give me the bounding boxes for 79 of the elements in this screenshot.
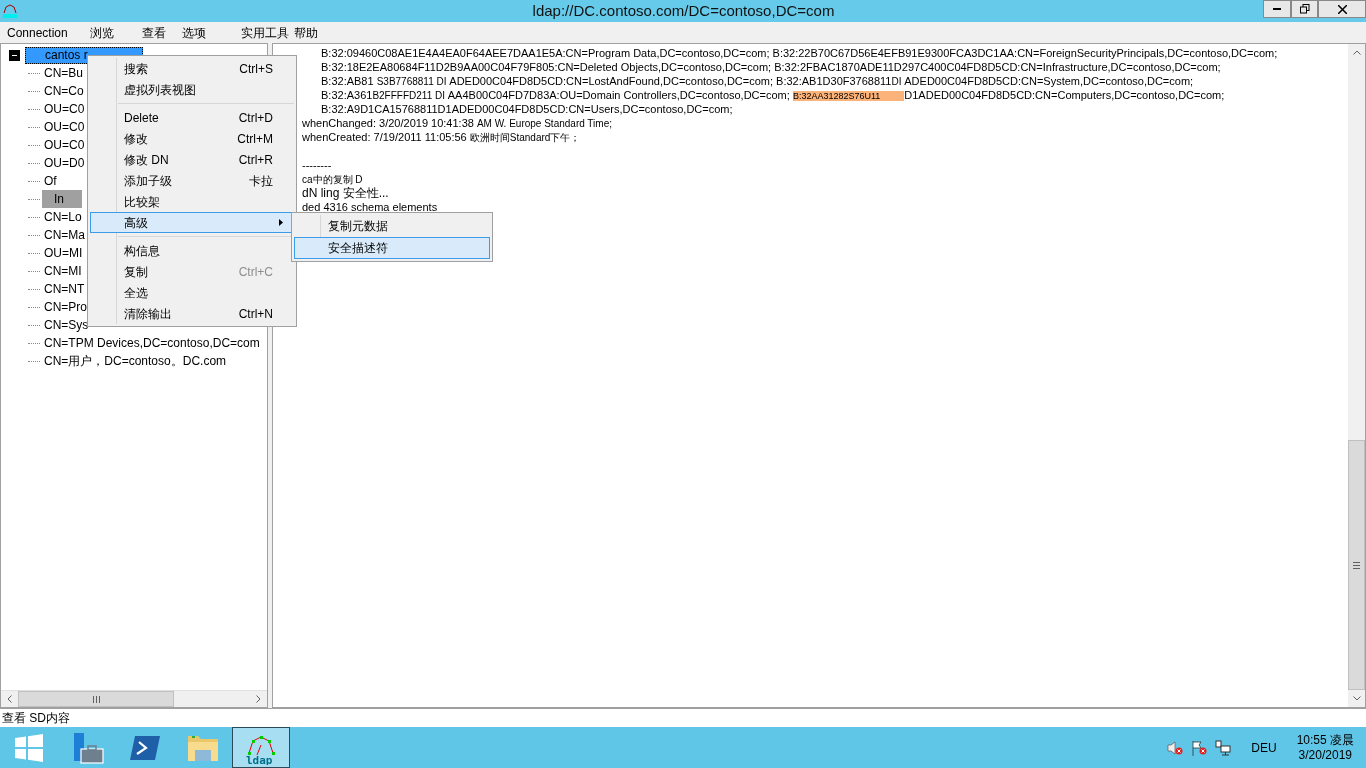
- output-line: --------: [301, 158, 332, 171]
- chevron-up-icon: [1352, 50, 1361, 55]
- tree-node[interactable]: OU=MI: [42, 244, 85, 262]
- status-text: 查看 SD内容: [1, 710, 70, 727]
- menu-item[interactable]: 选项: [180, 23, 240, 42]
- flag-error-icon[interactable]: [1191, 739, 1208, 756]
- tree-node[interactable]: OU=D0: [42, 154, 87, 172]
- scrollbar-thumb[interactable]: [1348, 440, 1365, 690]
- windows-logo-icon: [15, 733, 43, 762]
- tree-node[interactable]: CN=Lo: [42, 208, 84, 226]
- output-line: B:32:09460C08AE1E4A4EA0F64AEE7DAA1E5A:CN=Program Data,DC=contoso,DC=com; B:32:22B70C67D56E4EFB91E9300FCA3DC1AA:CN=ForeignSecurityPrincipals,DC=contoso,DC=com;: [320, 46, 1278, 59]
- menu-item[interactable]: 查看: [140, 23, 181, 42]
- output-line: whenChanged: 3/20/2019 10:41:38 AM W. Europe Standard Time;: [301, 116, 612, 129]
- menu-item[interactable]: 浏览: [88, 23, 141, 42]
- context-menu-item[interactable]: 虚拟列表视图: [90, 79, 294, 100]
- context-menu-item[interactable]: 复制 Ctrl+C: [90, 261, 294, 282]
- output-line: ca中的复制 D: [301, 173, 363, 185]
- network-icon[interactable]: [1215, 739, 1232, 756]
- tree-node[interactable]: CN=MI: [42, 262, 84, 280]
- app-icon: [2, 3, 18, 19]
- shortcut-text: Ctrl+M: [237, 130, 273, 148]
- shortcut-text: Ctrl+D: [238, 109, 273, 127]
- output-line: B:32:18E2EA80684F11D2B9AA00C04F79F805:CN=Deleted Objects,DC=contoso,DC=com; B:32:2FBAC1870ADE11D297C400C04FD8D5CD:CN=Infrastructure,DC=contoso,DC=com;: [320, 60, 1221, 73]
- context-menu-item[interactable]: 比较架: [90, 191, 294, 212]
- restore-icon: [1299, 4, 1310, 14]
- minimize-icon: [1273, 8, 1281, 10]
- window-title: ldap://DC.contoso.com/DC=contoso,DC=com: [531, 0, 836, 21]
- tree-node[interactable]: CN=Pro: [42, 298, 89, 316]
- output-line: B:32:A9D1CA15768811D1ADED00C04FD8D5CD:CN=Users,DC=contoso,DC=com;: [320, 102, 733, 115]
- shortcut-text: Ctrl+C: [238, 263, 273, 281]
- tree-node[interactable]: CN=NT: [42, 280, 87, 298]
- context-menu-item[interactable]: 修改 Ctrl+M: [90, 128, 294, 149]
- tree-node[interactable]: CN=Ma: [42, 226, 87, 244]
- context-menu-item[interactable]: 添加子级 卡拉: [90, 170, 294, 191]
- tree-node[interactable]: CN=Sys: [42, 316, 91, 334]
- language-indicator[interactable]: DEU: [1251, 738, 1277, 757]
- chevron-right-icon: [256, 695, 261, 703]
- submenu-item[interactable]: 复制元数据: [294, 215, 490, 237]
- close-icon: [1337, 4, 1347, 14]
- chevron-down-icon: [1352, 696, 1361, 701]
- chevron-left-icon: [7, 695, 12, 703]
- shortcut-text: Ctrl+R: [238, 151, 273, 169]
- tree-node[interactable]: CN=Bu: [42, 64, 86, 82]
- tree-node[interactable]: OU=C0: [42, 118, 87, 136]
- collapse-icon[interactable]: [9, 49, 20, 61]
- output-line: whenCreated: 7/19/2011 11:05:56 欧洲时间Standard下午；: [301, 130, 581, 143]
- shortcut-text: Ctrl+S: [239, 60, 273, 78]
- menu-item[interactable]: 帮助: [292, 23, 318, 42]
- close-button[interactable]: [1318, 0, 1366, 18]
- tree-node[interactable]: Of: [42, 172, 59, 190]
- grip-icon: [92, 695, 100, 703]
- menu-item[interactable]: Connection: [0, 23, 89, 42]
- restore-button[interactable]: [1291, 0, 1318, 18]
- grip-icon: [1353, 561, 1360, 569]
- tree-node[interactable]: OU=C0: [42, 100, 87, 118]
- clock[interactable]: 10:55 凌晨 3/20/2019: [1296, 732, 1354, 763]
- context-menu-item[interactable]: 构信息: [90, 240, 294, 261]
- submenu-item[interactable]: 安全描述符: [294, 237, 490, 259]
- context-menu-item[interactable]: 全选: [90, 282, 294, 303]
- output-line: ded 4316 schema elements: [301, 200, 438, 213]
- minimize-button[interactable]: [1263, 0, 1291, 18]
- submenu-arrow-icon: [279, 219, 283, 226]
- scrollbar-thumb[interactable]: [18, 691, 174, 707]
- terminal-icon: [130, 735, 160, 760]
- tree-node[interactable]: CN=TPM Devices,DC=contoso,DC=com: [42, 334, 262, 352]
- tree-node[interactable]: OU=C0: [42, 136, 87, 154]
- context-menu-item[interactable]: 清除输出 Ctrl+N: [90, 303, 294, 324]
- output-line: B:32:AB81 S3B7768811 DI ADED00C04FD8D5CD:CN=LostAndFound,DC=contoso,DC=com; B:32:AB1D30F3768811DI ADED00C04FD8D5CD:CN=System,DC=contoso,DC=com;: [320, 74, 1194, 87]
- context-menu-item[interactable]: 修改 DN Ctrl+R: [90, 149, 294, 170]
- output-line: dN ling 安全性...: [301, 185, 389, 199]
- tree-node[interactable]: CN=用户，DC=contoso。DC.com: [42, 352, 229, 370]
- menu-item[interactable]: 实用工具: [239, 23, 293, 42]
- shortcut-text: Ctrl+N: [238, 305, 273, 323]
- context-menu-item[interactable]: 高级: [90, 212, 294, 233]
- context-menu-item[interactable]: Delete Ctrl+D: [90, 107, 294, 128]
- speaker-muted-icon[interactable]: [1167, 739, 1184, 756]
- tree-node[interactable]: CN=Co: [42, 82, 86, 100]
- tree-node[interactable]: In: [42, 190, 82, 208]
- shortcut-text: 卡拉: [249, 172, 273, 190]
